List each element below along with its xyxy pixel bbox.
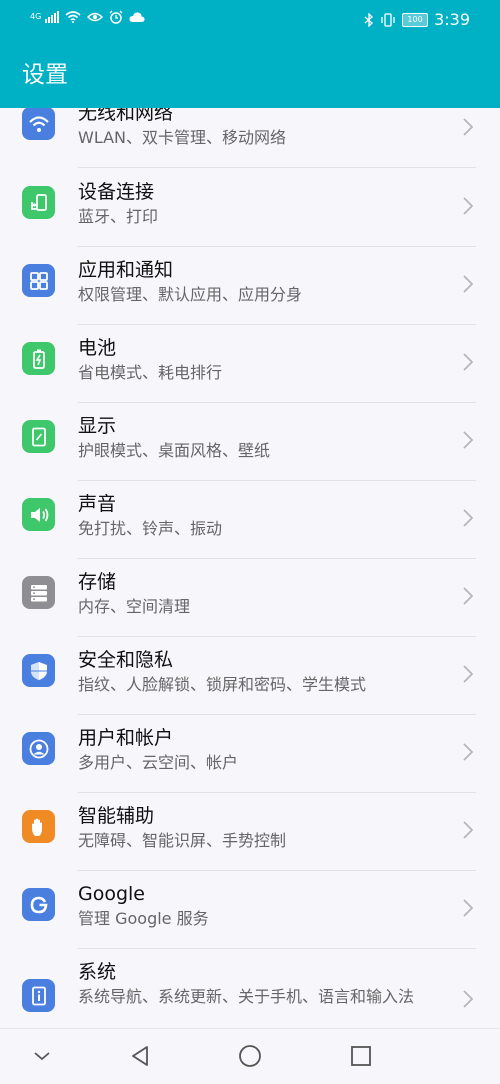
chevron-right-icon — [463, 899, 474, 917]
settings-item-subtitle: WLAN、双卡管理、移动网络 — [78, 128, 287, 147]
settings-item-title: 显示 — [78, 415, 117, 437]
settings-item-subtitle: 内存、空间清理 — [78, 597, 191, 616]
wifi-status-icon — [65, 11, 81, 23]
settings-item-subtitle: 系统导航、系统更新、关于手机、语言和输入法 — [78, 987, 415, 1006]
storage-icon — [22, 576, 55, 609]
google-icon — [22, 888, 55, 921]
back-triangle-icon — [132, 1046, 148, 1066]
settings-item-subtitle: 蓝牙、打印 — [78, 207, 159, 226]
shield-icon — [22, 654, 55, 687]
chevron-right-icon — [463, 197, 474, 215]
collapse-nav-button[interactable] — [28, 1042, 56, 1070]
settings-item-title: 安全和隐私 — [78, 649, 174, 671]
settings-item-storage[interactable]: 存储 内存、空间清理 — [0, 559, 500, 637]
settings-item-sound[interactable]: 声音 免打扰、铃声、振动 — [0, 481, 500, 559]
battery-icon — [22, 342, 55, 375]
settings-item-battery[interactable]: 电池 省电模式、耗电排行 — [0, 325, 500, 403]
back-nav-button[interactable] — [126, 1042, 154, 1070]
user-icon — [22, 732, 55, 765]
settings-item-title: 系统 — [78, 961, 117, 983]
page-title: 设置 — [22, 62, 68, 88]
chevron-right-icon — [463, 275, 474, 293]
settings-item-title: 用户和帐户 — [78, 727, 174, 749]
settings-item-security-privacy[interactable]: 安全和隐私 指纹、人脸解锁、锁屏和密码、学生模式 — [0, 637, 500, 715]
chevron-right-icon — [463, 353, 474, 371]
network-type: 4G — [30, 12, 42, 21]
chevron-down-icon — [34, 1052, 50, 1061]
chevron-right-icon — [463, 431, 474, 449]
settings-item-title: 设备连接 — [78, 181, 155, 203]
chevron-right-icon — [463, 821, 474, 839]
apps-icon — [22, 264, 55, 297]
settings-item-subtitle: 管理 Google 服务 — [78, 909, 209, 928]
settings-item-system[interactable]: 系统 系统导航、系统更新、关于手机、语言和输入法 — [0, 949, 500, 1028]
settings-item-apps-notifications[interactable]: 应用和通知 权限管理、默认应用、应用分身 — [0, 247, 500, 325]
chevron-right-icon — [463, 509, 474, 527]
settings-item-device-connection[interactable]: 设备连接 蓝牙、打印 — [0, 169, 500, 247]
status-left: 4G — [30, 10, 145, 24]
app-bar: 设置 — [0, 40, 500, 108]
chevron-right-icon — [463, 665, 474, 683]
clock: 3:39 — [434, 10, 470, 29]
settings-item-title: 无线和网络 — [78, 108, 174, 124]
status-right: 100 3:39 — [364, 10, 470, 30]
sound-icon — [22, 498, 55, 531]
settings-list[interactable]: 无线和网络 WLAN、双卡管理、移动网络 设备连接 蓝牙、打印 应用和通知 权限… — [0, 108, 500, 1028]
settings-item-subtitle: 指纹、人脸解锁、锁屏和密码、学生模式 — [78, 675, 367, 694]
home-nav-button[interactable] — [236, 1042, 264, 1070]
divider — [78, 167, 476, 168]
recents-nav-button[interactable] — [347, 1042, 375, 1070]
wifi-icon — [22, 108, 55, 140]
recents-square-icon — [351, 1046, 371, 1066]
alarm-icon — [109, 10, 123, 24]
settings-item-title: 存储 — [78, 571, 117, 593]
settings-item-google[interactable]: Google 管理 Google 服务 — [0, 871, 500, 949]
battery-indicator: 100 — [402, 13, 429, 27]
vibrate-icon — [381, 13, 395, 27]
cloud-icon — [129, 12, 145, 22]
chevron-right-icon — [463, 990, 474, 1008]
settings-item-title: 智能辅助 — [78, 805, 155, 827]
device-connect-icon — [22, 186, 55, 219]
bluetooth-icon — [364, 13, 374, 27]
settings-item-subtitle: 护眼模式、桌面风格、壁纸 — [78, 441, 271, 460]
display-icon — [22, 420, 55, 453]
signal-icon — [45, 11, 60, 23]
settings-item-subtitle: 无障碍、智能识屏、手势控制 — [78, 831, 287, 850]
chevron-right-icon — [463, 743, 474, 761]
settings-item-title: 电池 — [78, 337, 117, 359]
settings-item-subtitle: 多用户、云空间、帐户 — [78, 753, 239, 772]
system-info-icon — [22, 979, 55, 1012]
eye-comfort-icon — [87, 12, 104, 22]
status-bar: 4G 100 3:39 — [0, 0, 500, 40]
settings-item-wireless-network[interactable]: 无线和网络 WLAN、双卡管理、移动网络 — [0, 108, 500, 168]
settings-item-subtitle: 权限管理、默认应用、应用分身 — [78, 285, 303, 304]
settings-item-subtitle: 省电模式、耗电排行 — [78, 363, 223, 382]
settings-item-title: 应用和通知 — [78, 259, 174, 281]
settings-item-users-accounts[interactable]: 用户和帐户 多用户、云空间、帐户 — [0, 715, 500, 793]
home-circle-icon — [239, 1045, 261, 1067]
settings-item-display[interactable]: 显示 护眼模式、桌面风格、壁纸 — [0, 403, 500, 481]
settings-item-subtitle: 免打扰、铃声、振动 — [78, 519, 223, 538]
settings-item-smart-assistance[interactable]: 智能辅助 无障碍、智能识屏、手势控制 — [0, 793, 500, 871]
settings-item-title: Google — [78, 883, 146, 905]
chevron-right-icon — [463, 118, 474, 136]
hand-icon — [22, 810, 55, 843]
chevron-right-icon — [463, 587, 474, 605]
settings-item-title: 声音 — [78, 493, 117, 515]
navigation-bar — [0, 1028, 500, 1084]
